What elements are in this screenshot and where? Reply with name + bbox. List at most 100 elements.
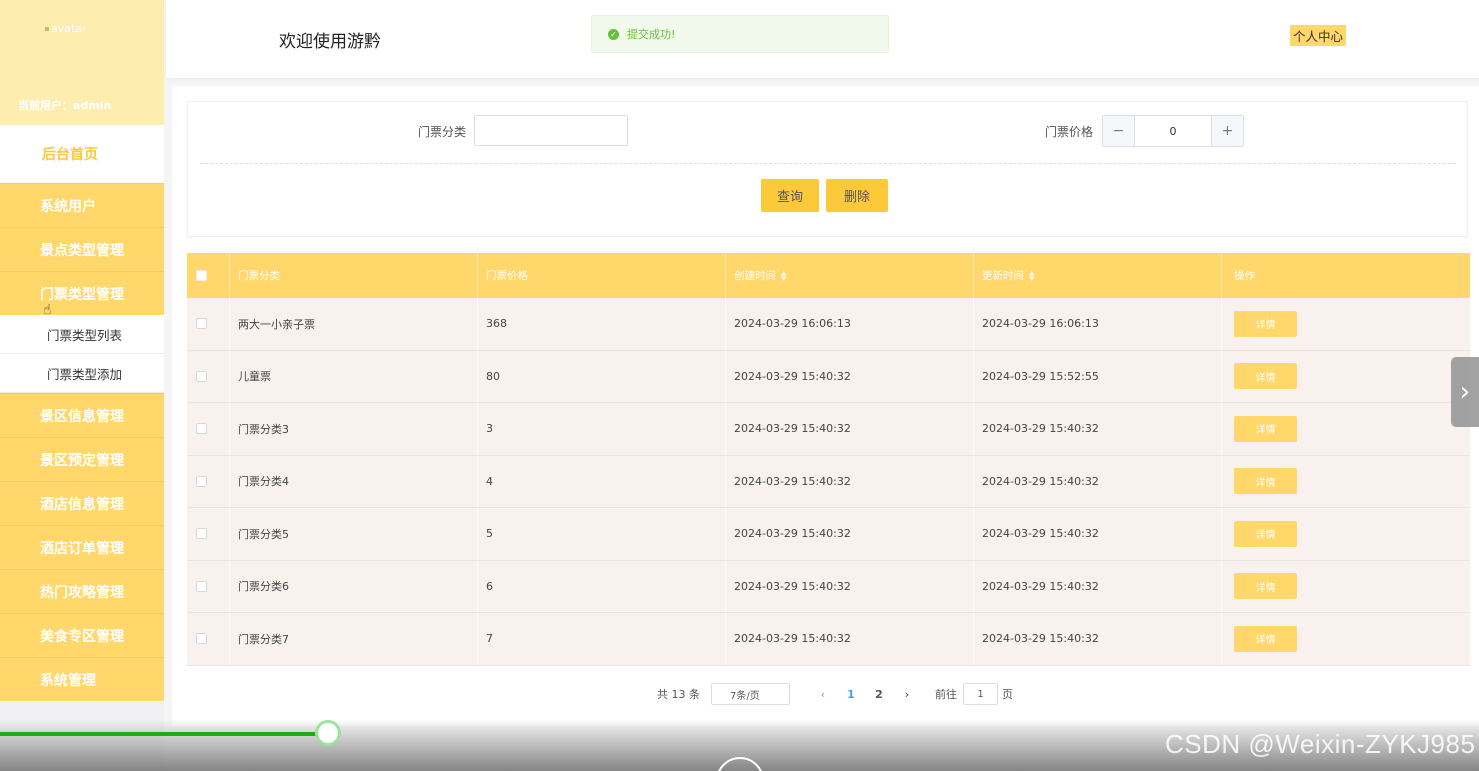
goto-page-input[interactable]: 1 xyxy=(963,683,998,705)
cell-created: 2024-03-29 15:40:32 xyxy=(726,560,974,612)
sidebar-subitem-ticket-type-add[interactable]: 门票类型添加 xyxy=(0,354,164,393)
row-checkbox-cell xyxy=(187,350,230,402)
increment-button[interactable]: + xyxy=(1211,116,1243,146)
row-checkbox[interactable] xyxy=(196,318,207,330)
search-form: 门票分类 门票价格 − 0 + 查询 删除 xyxy=(187,101,1468,237)
cell-category: 门票分类3 xyxy=(230,403,478,455)
sidebar-item-system-management[interactable]: 系统管理 xyxy=(0,657,164,701)
cell-created: 2024-03-29 16:06:13 xyxy=(726,298,974,350)
cell-created: 2024-03-29 15:40:32 xyxy=(726,350,974,402)
cell-category: 儿童票 xyxy=(230,350,478,402)
sidebar-item-scenic-types[interactable]: 景点类型管理 xyxy=(0,227,164,271)
table-row: 门票分类4 4 2024-03-29 15:40:32 2024-03-29 15:4… xyxy=(187,455,1470,508)
sidebar-item-food-zone[interactable]: 美食专区管理 xyxy=(0,613,164,657)
sidebar-item-hotel-info[interactable]: 酒店信息管理 xyxy=(0,481,164,525)
user-panel: avatar 当前用户：admin xyxy=(0,0,164,125)
sidebar-item-label: 门票类型管理 xyxy=(40,286,124,303)
table-body: 两大一小亲子票 368 2024-03-29 16:06:13 2024-03-29 … xyxy=(187,298,1470,666)
sidebar-item-system-users[interactable]: 系统用户 xyxy=(0,183,164,227)
row-checkbox-cell xyxy=(187,455,230,507)
cell-price: 7 xyxy=(478,613,726,665)
cell-price: 3 xyxy=(478,403,726,455)
cell-price: 6 xyxy=(478,560,726,612)
row-checkbox[interactable] xyxy=(196,423,207,435)
cell-updated: 2024-03-29 15:40:32 xyxy=(974,508,1222,560)
sort-icon[interactable]: ▲ ▼ xyxy=(781,269,786,282)
main-content: 门票分类 门票价格 − 0 + 查询 删除 门票分类 门票价格 创建时间 ▲ ▼ 更… xyxy=(172,86,1479,726)
cell-actions: 详情 xyxy=(1222,613,1470,665)
next-page-icon[interactable]: › xyxy=(900,688,914,701)
row-checkbox-cell xyxy=(187,613,230,665)
cell-category: 门票分类4 xyxy=(230,455,478,507)
cell-price: 80 xyxy=(478,350,726,402)
cell-actions: 详情 xyxy=(1222,298,1470,350)
detail-button[interactable]: 详情 xyxy=(1234,310,1297,337)
category-input[interactable] xyxy=(474,115,628,146)
cell-actions: 详情 xyxy=(1222,561,1470,613)
sidebar-item-home[interactable]: 后台首页 xyxy=(0,125,164,183)
cell-updated: 2024-03-29 15:40:32 xyxy=(974,455,1222,507)
cell-category: 两大一小亲子票 xyxy=(230,298,478,350)
price-label: 门票价格 xyxy=(1045,125,1094,139)
row-checkbox[interactable] xyxy=(196,633,207,645)
hand-cursor-icon: ☝ xyxy=(43,302,52,318)
column-header-created[interactable]: 创建时间 ▲ ▼ xyxy=(726,253,974,298)
sidebar-item-hot-guides[interactable]: 热门攻略管理 xyxy=(0,569,164,613)
cell-updated: 2024-03-29 16:06:13 xyxy=(974,298,1222,350)
page-title: 欢迎使用游黔 xyxy=(279,32,381,52)
detail-button[interactable]: 详情 xyxy=(1234,625,1297,652)
query-button[interactable]: 查询 xyxy=(761,179,819,212)
row-checkbox[interactable] xyxy=(196,528,207,540)
page-number[interactable]: 1 xyxy=(844,688,858,701)
row-checkbox[interactable] xyxy=(196,475,207,487)
select-all-checkbox[interactable] xyxy=(196,270,207,281)
prev-page-icon[interactable]: ‹ xyxy=(816,688,830,701)
cell-updated: 2024-03-29 15:52:55 xyxy=(974,350,1222,402)
sidebar-item-scenic-booking[interactable]: 景区预定管理 xyxy=(0,437,164,481)
cell-updated: 2024-03-29 15:40:32 xyxy=(974,403,1222,455)
pagination: 共 13 条 7条/页 ‹ 1 2 › 前往 1 页 xyxy=(657,683,1013,705)
detail-button[interactable]: 详情 xyxy=(1234,363,1297,390)
watermark: CSDN @Weixin-ZYKJ985 xyxy=(1165,729,1476,759)
price-input[interactable]: 0 xyxy=(1135,116,1211,146)
decrement-button[interactable]: − xyxy=(1103,116,1135,146)
ticket-type-table: 门票分类 门票价格 创建时间 ▲ ▼ 更新时间 ▲ ▼ 操作 两大一小亲子票 368 202… xyxy=(187,253,1470,666)
cell-created: 2024-03-29 15:40:32 xyxy=(726,508,974,560)
sidebar-subitem-ticket-type-list[interactable]: 门票类型列表 xyxy=(0,315,164,354)
progress-knob[interactable] xyxy=(315,720,341,746)
column-header-label: 创建时间 xyxy=(734,270,776,282)
goto-label: 前往 xyxy=(935,688,957,701)
cell-actions: 详情 xyxy=(1222,456,1470,508)
chevron-right-icon[interactable]: › xyxy=(1451,357,1479,427)
cell-category: 门票分类6 xyxy=(230,560,478,612)
detail-button[interactable]: 详情 xyxy=(1234,415,1297,442)
detail-button[interactable]: 详情 xyxy=(1234,520,1297,547)
sidebar: avatar 当前用户：admin 后台首页 系统用户 景点类型管理 门票类型管… xyxy=(0,0,164,771)
sort-icon[interactable]: ▲ ▼ xyxy=(1029,269,1034,282)
cell-price: 5 xyxy=(478,508,726,560)
profile-button[interactable]: 个人中心 xyxy=(1290,25,1347,46)
sidebar-item-ticket-types[interactable]: 门票类型管理 ☝ xyxy=(0,271,164,318)
cell-price: 368 xyxy=(478,298,726,350)
category-label: 门票分类 xyxy=(418,125,467,139)
column-header-price: 门票价格 xyxy=(478,253,726,298)
row-checkbox[interactable] xyxy=(196,370,207,382)
cell-category: 门票分类5 xyxy=(230,508,478,560)
page-suffix: 页 xyxy=(1002,688,1013,701)
table-row: 两大一小亲子票 368 2024-03-29 16:06:13 2024-03-29 … xyxy=(187,298,1470,351)
avatar: avatar xyxy=(45,22,87,35)
cell-actions: 详情 xyxy=(1222,403,1470,455)
page-size-select[interactable]: 7条/页 xyxy=(711,683,790,705)
column-header-updated[interactable]: 更新时间 ▲ ▼ xyxy=(974,253,1222,298)
delete-button[interactable]: 删除 xyxy=(826,179,888,212)
row-checkbox-cell xyxy=(187,403,230,455)
row-checkbox[interactable] xyxy=(196,580,207,592)
detail-button[interactable]: 详情 xyxy=(1234,468,1297,495)
sidebar-item-scenic-info[interactable]: 景区信息管理 xyxy=(0,393,164,437)
cell-created: 2024-03-29 15:40:32 xyxy=(726,613,974,665)
detail-button[interactable]: 详情 xyxy=(1234,573,1297,600)
page-number[interactable]: 2 xyxy=(872,688,886,701)
column-header-category: 门票分类 xyxy=(230,253,478,298)
video-progress-bar[interactable] xyxy=(0,732,326,736)
sidebar-item-hotel-orders[interactable]: 酒店订单管理 xyxy=(0,525,164,569)
